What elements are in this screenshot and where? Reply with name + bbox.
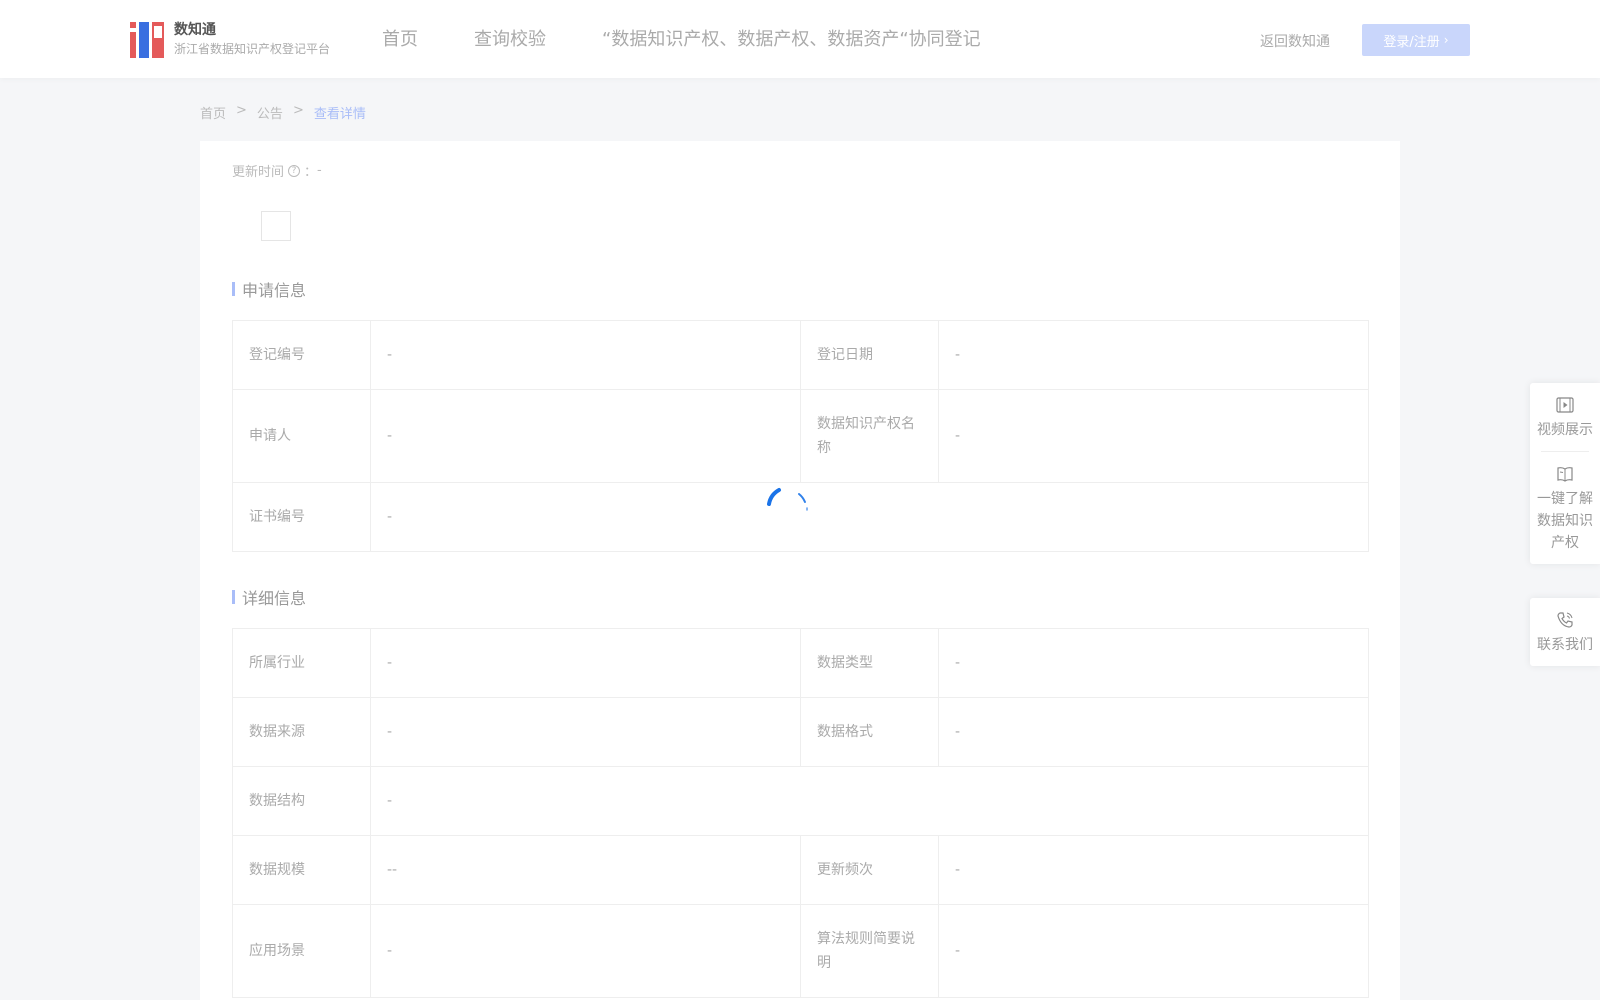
field-value: - [370, 697, 801, 767]
field-label: 登记编号 [232, 320, 371, 390]
field-value: - [370, 482, 1369, 552]
logo-title: 数知通 [174, 22, 216, 38]
question-circle-icon[interactable]: ? [288, 164, 301, 177]
breadcrumb: 首页 > 公告 > 查看详情 [200, 103, 376, 122]
field-label: 应用场景 [232, 904, 371, 998]
nav-joint-registration[interactable]: “数据知识产权、数据产权、数据资产“协同登记 [602, 27, 981, 53]
field-value: - [370, 904, 801, 998]
breadcrumb-announcement[interactable]: 公告 [257, 103, 283, 122]
learn-dip-button[interactable]: 一键了解数据知识产权 [1530, 452, 1600, 564]
nav-home[interactable]: 首页 [382, 27, 418, 53]
field-value: - [370, 766, 1369, 836]
update-time-label: 更新时间 [232, 165, 285, 180]
breadcrumb-separator: > [236, 103, 247, 118]
field-value: - [938, 904, 1369, 998]
video-icon [1556, 397, 1574, 413]
update-time-row: 更新时间 ? ： - [232, 161, 322, 180]
table-row: 数据规模 -- 更新频次 - [232, 835, 1369, 905]
main-nav: 首页 查询校验 “数据知识产权、数据产权、数据资产“协同登记 [382, 27, 1037, 53]
field-value: - [938, 628, 1369, 698]
field-label: 数据类型 [800, 628, 939, 698]
table-row: 所属行业 - 数据类型 - [232, 628, 1369, 698]
field-label: 证书编号 [232, 482, 371, 552]
field-value: -- [370, 835, 801, 905]
field-label: 算法规则简要说明 [800, 904, 939, 998]
thumbnail-placeholder [261, 211, 291, 241]
field-value: - [938, 835, 1369, 905]
contact-us-button[interactable]: 联系我们 [1530, 598, 1600, 666]
update-time-colon: ： [304, 165, 318, 180]
field-value: - [370, 320, 801, 390]
field-value: - [938, 389, 1369, 483]
update-time-value: - [317, 163, 322, 178]
detail-card: 更新时间 ? ： - 申请信息 登记编号 - 登记日期 - 申请人 - 数据知识… [200, 141, 1400, 1000]
field-label: 申请人 [232, 389, 371, 483]
top-header: 数知通 浙江省数据知识产权登记平台 首页 查询校验 “数据知识产权、数据产权、数… [0, 0, 1600, 78]
field-label: 数据格式 [800, 697, 939, 767]
video-showcase-label: 视频展示 [1537, 422, 1593, 438]
field-label: 登记日期 [800, 320, 939, 390]
contact-us-label: 联系我们 [1537, 637, 1593, 653]
logo-mark-icon [130, 20, 164, 58]
field-value: - [938, 320, 1369, 390]
table-row: 数据结构 - [232, 766, 1369, 836]
field-value: - [938, 697, 1369, 767]
video-showcase-button[interactable]: 视频展示 [1530, 383, 1600, 451]
logo-subtitle: 浙江省数据知识产权登记平台 [174, 42, 331, 56]
breadcrumb-current: 查看详情 [313, 107, 366, 122]
learn-dip-label: 一键了解数据知识产权 [1537, 491, 1593, 551]
loading-spinner-icon [767, 488, 808, 511]
table-row: 应用场景 - 算法规则简要说明 - [232, 904, 1369, 998]
back-to-shuzhitong-link[interactable]: 返回数知通 [1260, 31, 1330, 51]
phone-icon [1557, 612, 1573, 628]
field-value: - [370, 389, 801, 483]
field-label: 所属行业 [232, 628, 371, 698]
breadcrumb-separator: > [292, 103, 304, 118]
table-row: 申请人 - 数据知识产权名称 - [232, 389, 1369, 483]
login-register-label: 登录/注册 [1383, 34, 1440, 50]
section-title-apply: 申请信息 [232, 277, 306, 301]
section-title-detail: 详细信息 [232, 585, 306, 609]
field-label: 数据规模 [232, 835, 371, 905]
chevron-right-icon: › [1443, 33, 1449, 47]
book-icon [1557, 467, 1573, 482]
nav-query-verify[interactable]: 查询校验 [474, 27, 546, 53]
floating-contact-panel: 联系我们 [1530, 598, 1600, 666]
field-value: - [370, 628, 801, 698]
field-label: 更新频次 [800, 835, 939, 905]
floating-service-panel: 视频展示 一键了解数据知识产权 [1530, 383, 1600, 564]
breadcrumb-home[interactable]: 首页 [200, 103, 226, 122]
detail-info-table: 所属行业 - 数据类型 - 数据来源 - 数据格式 - 数据结构 - 数据规模 … [232, 628, 1369, 998]
login-register-button[interactable]: 登录/注册 › [1362, 24, 1470, 56]
table-row: 数据来源 - 数据格式 - [232, 697, 1369, 767]
table-row: 登记编号 - 登记日期 - [232, 320, 1369, 390]
logo[interactable]: 数知通 浙江省数据知识产权登记平台 [130, 20, 330, 58]
field-label: 数据知识产权名称 [800, 389, 939, 483]
field-label: 数据来源 [232, 697, 371, 767]
field-label: 数据结构 [232, 766, 371, 836]
